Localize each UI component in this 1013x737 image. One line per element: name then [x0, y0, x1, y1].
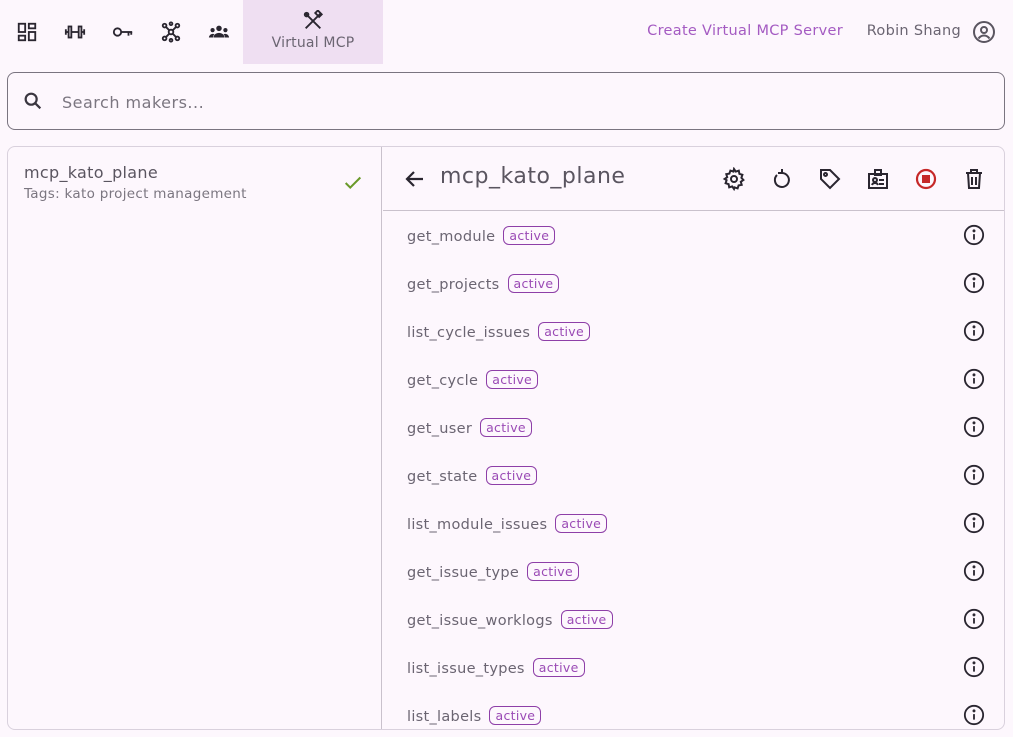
tool-row[interactable]: get_state active [383, 451, 1004, 499]
search-input[interactable] [60, 85, 980, 119]
info-icon[interactable] [963, 560, 985, 582]
dumbbell-icon[interactable] [61, 14, 89, 50]
tag-icon [820, 169, 841, 190]
tool-name: get_cycle [407, 373, 479, 389]
status-badge: active [489, 706, 542, 725]
status-badge: active [486, 370, 539, 389]
status-badge: active [485, 466, 538, 485]
status-badge: active [503, 226, 556, 245]
tool-name: get_user [407, 421, 473, 437]
info-icon[interactable] [963, 512, 985, 534]
account-circle-icon[interactable] [972, 20, 996, 44]
top-bar: Virtual MCP Create Virtual MCP Server Ro… [0, 0, 1013, 64]
info-icon[interactable] [963, 320, 985, 342]
tool-name: list_module_issues [407, 517, 548, 533]
tool-name: get_projects [407, 277, 500, 293]
tool-row[interactable]: list_issue_types active [383, 643, 1004, 691]
nav-virtual-mcp-label: Virtual MCP [271, 35, 355, 51]
badge-button[interactable] [865, 166, 891, 192]
tool-name: get_issue_worklogs [407, 613, 553, 629]
status-badge: active [560, 610, 613, 629]
stop-icon [915, 168, 937, 190]
tag-button[interactable] [817, 166, 843, 192]
tool-row[interactable]: get_issue_type active [383, 547, 1004, 595]
info-icon[interactable] [963, 704, 985, 726]
key-icon[interactable] [109, 14, 137, 50]
server-list-item[interactable]: mcp_kato_plane Tags: kato project manage… [8, 147, 382, 207]
info-icon[interactable] [963, 416, 985, 438]
status-badge: active [555, 514, 608, 533]
check-icon [344, 176, 362, 190]
status-badge: active [480, 418, 532, 437]
tool-row[interactable]: get_issue_worklogs active [383, 595, 1004, 643]
delete-button[interactable] [961, 166, 987, 192]
hub-icon[interactable] [157, 14, 185, 50]
info-icon[interactable] [963, 464, 985, 486]
tool-row[interactable]: get_projects active [383, 259, 1004, 307]
search-icon [24, 92, 42, 110]
dashboard-icon[interactable] [13, 14, 41, 50]
tool-name: get_module [407, 229, 496, 245]
info-icon[interactable] [963, 224, 985, 246]
status-badge: active [527, 562, 579, 581]
status-badge: active [532, 658, 585, 677]
nav-virtual-mcp[interactable]: Virtual MCP [243, 0, 383, 64]
info-icon[interactable] [963, 272, 985, 294]
tool-name: list_cycle_issues [407, 325, 531, 341]
tool-row[interactable]: get_module active [383, 211, 1004, 259]
tool-row[interactable]: get_cycle active [383, 355, 1004, 403]
user-name: Robin Shang [866, 23, 961, 39]
server-list: mcp_kato_plane Tags: kato project manage… [8, 147, 382, 729]
tool-row[interactable]: list_cycle_issues active [383, 307, 1004, 355]
stop-button[interactable] [913, 166, 939, 192]
search-bar [7, 72, 1005, 130]
tool-row[interactable]: list_module_issues active [383, 499, 1004, 547]
refresh-icon [773, 169, 790, 188]
settings-button[interactable] [721, 166, 747, 192]
tool-name: list_issue_types [407, 661, 525, 677]
info-icon[interactable] [963, 368, 985, 390]
status-badge: active [538, 322, 590, 341]
server-tags: Tags: kato project management [24, 186, 247, 202]
tool-row[interactable]: list_labels active [383, 691, 1004, 729]
tool-name: get_issue_type [407, 565, 520, 581]
info-icon[interactable] [963, 656, 985, 678]
back-arrow-icon[interactable] [403, 167, 427, 191]
refresh-button[interactable] [769, 166, 795, 192]
badge-icon [868, 169, 888, 189]
tool-name: get_state [407, 469, 478, 485]
groups-icon[interactable] [205, 14, 233, 50]
tools-icon [303, 10, 324, 29]
server-name: mcp_kato_plane [24, 163, 158, 182]
info-icon[interactable] [963, 608, 985, 630]
detail-title: mcp_kato_plane [440, 164, 626, 189]
status-badge: active [507, 274, 560, 293]
tool-row[interactable]: get_user active [383, 403, 1004, 451]
main-panel: mcp_kato_plane Tags: kato project manage… [7, 146, 1005, 730]
delete-icon [966, 169, 982, 189]
create-virtual-mcp-server-link[interactable]: Create Virtual MCP Server [647, 23, 843, 39]
tool-name: list_labels [407, 709, 482, 725]
server-detail: mcp_kato_plane get_module active get_pro… [383, 147, 1004, 729]
settings-icon [722, 167, 745, 191]
detail-header: mcp_kato_plane [383, 147, 1004, 211]
